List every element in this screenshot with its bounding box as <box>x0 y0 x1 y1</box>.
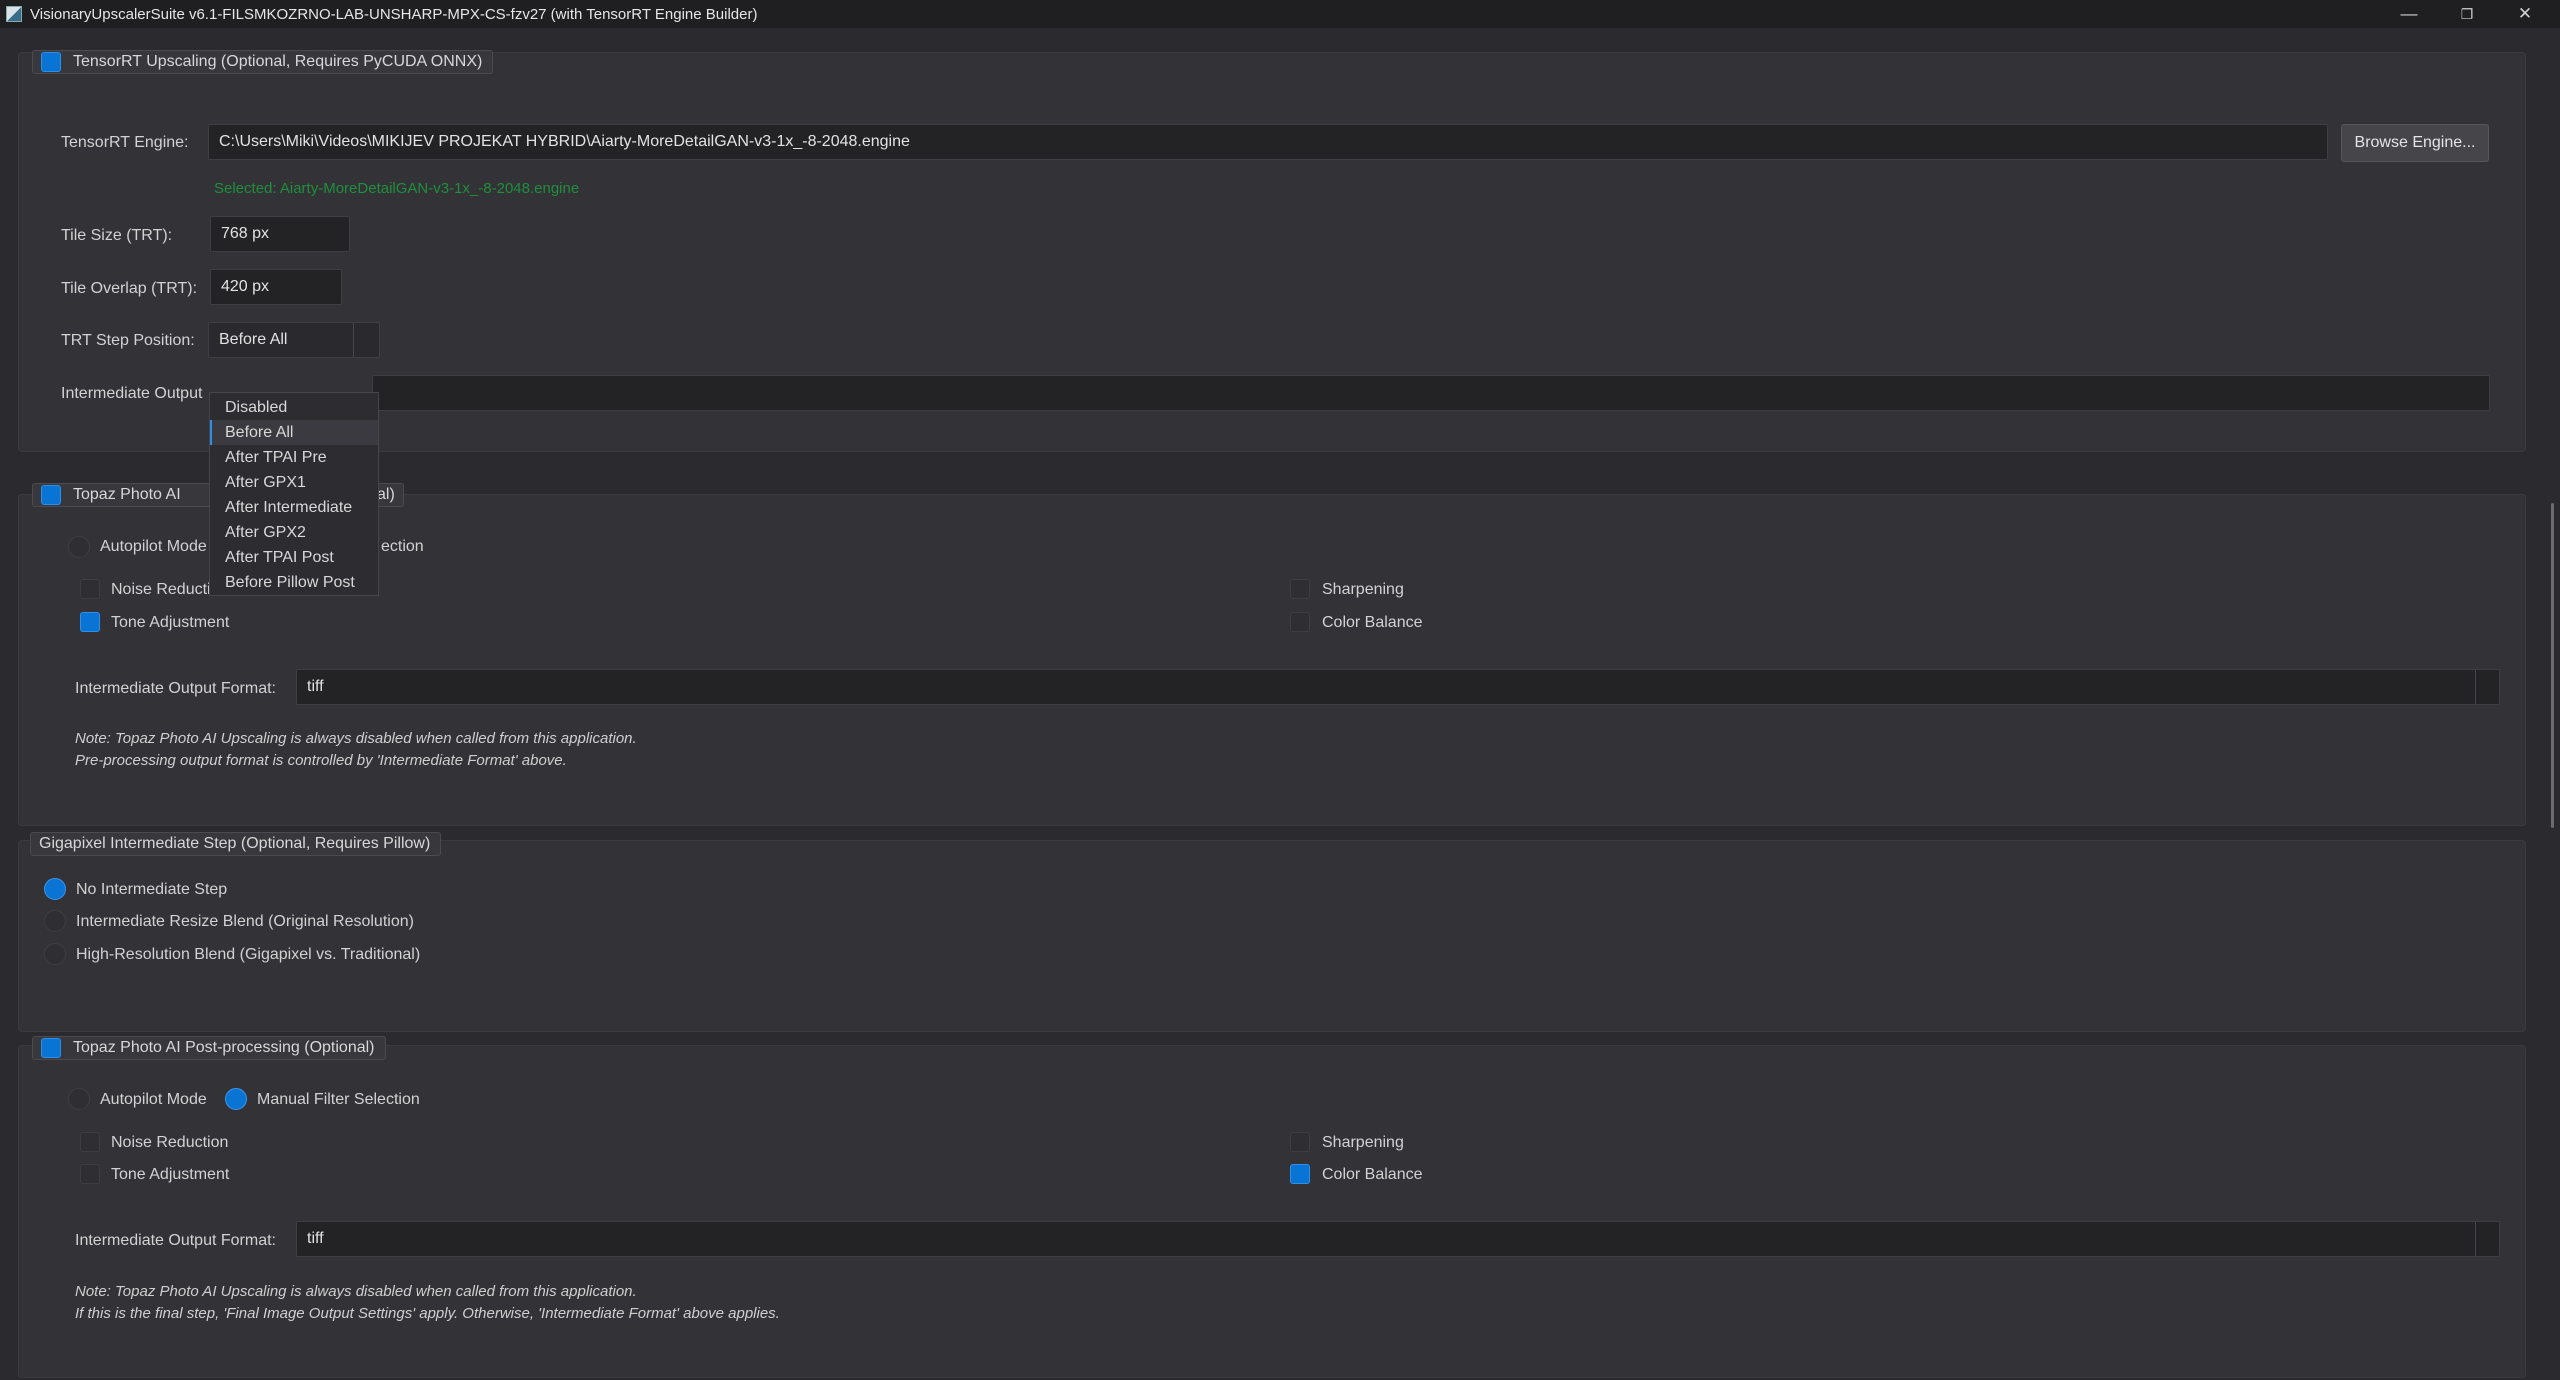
topaz-post-manual-radio[interactable] <box>225 1088 247 1110</box>
tensorrt-engine-path-value: C:\Users\Miki\Videos\MIKIJEV PROJEKAT HY… <box>219 133 910 150</box>
main-scroll-area[interactable]: TensorRT Upscaling (Optional, Requires P… <box>0 28 2554 1380</box>
topaz-post-autopilot-radio[interactable] <box>68 1088 90 1110</box>
topaz-post-group-title: Topaz Photo AI Post-processing (Optional… <box>73 1039 375 1056</box>
topaz-pre-sharpening-label: Sharpening <box>1322 581 1404 598</box>
topaz-post-format-value: tiff <box>307 1230 324 1247</box>
topaz-post-tone-adjustment-label: Tone Adjustment <box>111 1166 230 1183</box>
tensorrt-engine-path-field[interactable]: C:\Users\Miki\Videos\MIKIJEV PROJEKAT HY… <box>208 124 2328 160</box>
gigapixel-intermediate-resize-radio[interactable] <box>44 910 66 932</box>
maximize-button[interactable]: ❐ <box>2438 0 2496 28</box>
topaz-pre-enable-checkbox[interactable] <box>41 485 61 505</box>
topaz-pre-format-value: tiff <box>307 678 324 695</box>
app-icon <box>6 6 22 22</box>
intermediate-output-label: Intermediate Output <box>61 385 203 402</box>
window-title: VisionaryUpscalerSuite v6.1-FILSMKOZRNO-… <box>30 5 758 23</box>
tile-overlap-label: Tile Overlap (TRT): <box>61 280 198 297</box>
topaz-pre-manual-label: ection <box>381 538 424 555</box>
topaz-pre-noise-reduction-checkbox[interactable] <box>80 579 100 599</box>
topaz-post-color-balance-checkbox[interactable] <box>1290 1164 1310 1184</box>
browse-engine-button[interactable]: Browse Engine... <box>2341 124 2489 162</box>
topaz-pre-note: Note: Topaz Photo AI Upscaling is always… <box>75 728 637 772</box>
topaz-post-color-balance-label: Color Balance <box>1322 1166 1423 1183</box>
gigapixel-option-label-1: Intermediate Resize Blend (Original Reso… <box>76 913 414 930</box>
topaz-post-tone-adjustment-checkbox[interactable] <box>80 1164 100 1184</box>
vertical-scrollbar-thumb[interactable] <box>2551 503 2554 828</box>
chevron-down-icon <box>2475 1222 2499 1256</box>
dropdown-option-after-gpx2[interactable]: After GPX2 <box>210 520 378 545</box>
tensorrt-engine-label: TensorRT Engine: <box>61 134 189 151</box>
topaz-pre-tone-adjustment-checkbox[interactable] <box>80 612 100 632</box>
trt-step-position-combobox[interactable]: Before All <box>208 322 380 358</box>
topaz-pre-color-balance-label: Color Balance <box>1322 614 1423 631</box>
topaz-post-autopilot-label: Autopilot Mode <box>100 1091 207 1108</box>
tile-size-spinbox[interactable]: 768 px <box>210 216 350 252</box>
topaz-post-format-label: Intermediate Output Format: <box>75 1232 276 1249</box>
topaz-pre-note-line1: Note: Topaz Photo AI Upscaling is always… <box>75 730 637 747</box>
gigapixel-high-res-blend-radio[interactable] <box>44 943 66 965</box>
topaz-pre-autopilot-label: Autopilot Mode <box>100 538 207 555</box>
gigapixel-option-label-0: No Intermediate Step <box>76 881 228 898</box>
trt-step-position-label: TRT Step Position: <box>61 332 195 349</box>
tile-overlap-value: 420 px <box>221 278 270 295</box>
gigapixel-option-label-2: High-Resolution Blend (Gigapixel vs. Tra… <box>76 946 421 963</box>
topaz-post-note-line1: Note: Topaz Photo AI Upscaling is always… <box>75 1283 637 1300</box>
topaz-post-noise-reduction-checkbox[interactable] <box>80 1132 100 1152</box>
topaz-post-enable-checkbox[interactable] <box>41 1038 61 1058</box>
trt-step-position-dropdown-list: Disabled Before All After TPAI Pre After… <box>209 392 379 596</box>
topaz-pre-group-title-end: al) <box>377 486 395 503</box>
topaz-pre-group-title: Topaz Photo AI <box>73 486 181 503</box>
selected-engine-text: Selected: Aiarty-MoreDetailGAN-v3-1x_-8-… <box>214 180 580 197</box>
tile-size-value: 768 px <box>221 225 270 242</box>
topaz-pre-autopilot-radio[interactable] <box>68 536 90 558</box>
topaz-post-manual-label: Manual Filter Selection <box>257 1091 420 1108</box>
topaz-pre-note-line2: Pre-processing output format is controll… <box>75 752 567 769</box>
topaz-post-sharpening-checkbox[interactable] <box>1290 1132 1310 1152</box>
tensorrt-group-header: TensorRT Upscaling (Optional, Requires P… <box>32 50 494 74</box>
intermediate-output-combobox[interactable] <box>372 375 2490 411</box>
topaz-pre-sharpening-checkbox[interactable] <box>1290 579 1310 599</box>
close-button[interactable]: ✕ <box>2496 0 2554 28</box>
trt-step-position-value: Before All <box>219 331 288 348</box>
minimize-button[interactable]: — <box>2380 0 2438 28</box>
chevron-down-icon <box>2475 670 2499 704</box>
dropdown-option-after-tpai-pre[interactable]: After TPAI Pre <box>210 445 378 470</box>
topaz-post-format-combobox[interactable]: tiff <box>296 1221 2500 1257</box>
window-titlebar: VisionaryUpscalerSuite v6.1-FILSMKOZRNO-… <box>0 0 2560 28</box>
gigapixel-group-header: Gigapixel Intermediate Step (Optional, R… <box>30 832 442 856</box>
gigapixel-no-intermediate-radio[interactable] <box>44 878 66 900</box>
tensorrt-enable-checkbox[interactable] <box>41 52 61 72</box>
topaz-pre-tone-adjustment-label: Tone Adjustment <box>111 614 230 631</box>
tensorrt-group-title: TensorRT Upscaling (Optional, Requires P… <box>73 53 483 70</box>
dropdown-option-after-intermediate[interactable]: After Intermediate <box>210 495 378 520</box>
topaz-post-note: Note: Topaz Photo AI Upscaling is always… <box>75 1281 780 1325</box>
topaz-post-group-header: Topaz Photo AI Post-processing (Optional… <box>32 1036 386 1060</box>
chevron-down-icon <box>353 323 379 357</box>
dropdown-option-after-tpai-post[interactable]: After TPAI Post <box>210 545 378 570</box>
dropdown-option-before-all[interactable]: Before All <box>210 420 378 445</box>
tile-size-label: Tile Size (TRT): <box>61 227 173 244</box>
topaz-post-sharpening-label: Sharpening <box>1322 1134 1404 1151</box>
dropdown-option-disabled[interactable]: Disabled <box>210 395 378 420</box>
topaz-post-note-line2: If this is the final step, 'Final Image … <box>75 1305 780 1322</box>
topaz-post-noise-reduction-label: Noise Reduction <box>111 1134 229 1151</box>
topaz-pre-format-label: Intermediate Output Format: <box>75 680 276 697</box>
gigapixel-group <box>18 840 2526 1032</box>
tile-overlap-spinbox[interactable]: 420 px <box>210 269 342 305</box>
gigapixel-group-title: Gigapixel Intermediate Step (Optional, R… <box>39 835 431 852</box>
dropdown-option-before-pillow-post[interactable]: Before Pillow Post <box>210 570 378 595</box>
topaz-pre-color-balance-checkbox[interactable] <box>1290 612 1310 632</box>
dropdown-option-after-gpx1[interactable]: After GPX1 <box>210 470 378 495</box>
topaz-pre-format-combobox[interactable]: tiff <box>296 669 2500 705</box>
